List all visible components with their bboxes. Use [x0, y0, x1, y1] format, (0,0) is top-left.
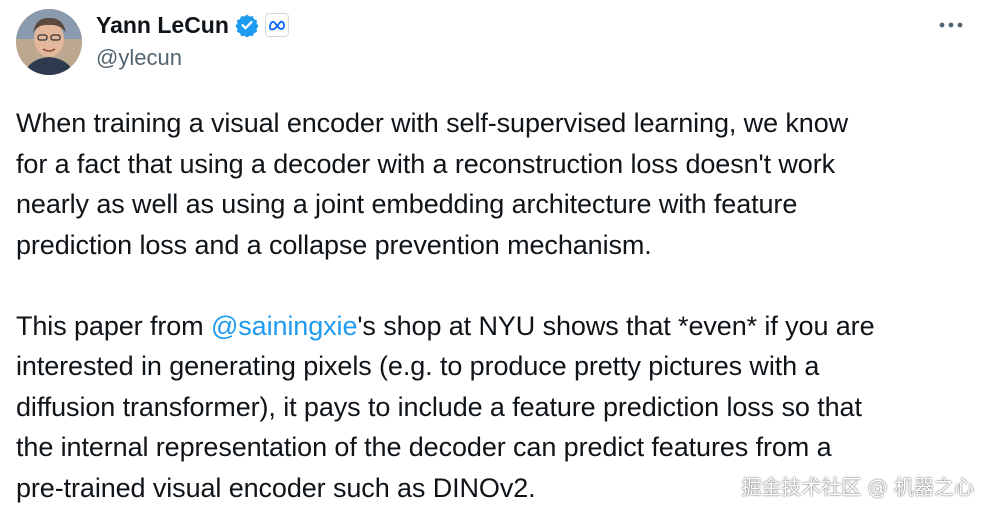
- tweet-paragraph-2-start: This paper from: [16, 310, 211, 341]
- watermark: 掘金技术社区 @ 机器之心: [739, 471, 976, 500]
- mention-link-sainingxie[interactable]: @sainingxie: [211, 311, 357, 341]
- avatar-image: [16, 9, 82, 75]
- author-display-name[interactable]: Yann LeCun: [96, 10, 229, 40]
- tweet-card: Yann LeCun @ylecun When training a visua…: [0, 0, 994, 516]
- author-handle[interactable]: @ylecun: [96, 44, 182, 72]
- more-options-button[interactable]: [934, 10, 968, 40]
- verified-badge-icon[interactable]: [235, 13, 259, 38]
- meta-logo-icon[interactable]: [264, 13, 289, 37]
- more-options-icon: [939, 22, 963, 28]
- author-row: Yann LeCun: [96, 10, 289, 40]
- tweet-text: When training a visual encoder with self…: [16, 103, 976, 508]
- tweet-paragraph-1: When training a visual encoder with self…: [16, 108, 849, 260]
- avatar[interactable]: [16, 9, 82, 75]
